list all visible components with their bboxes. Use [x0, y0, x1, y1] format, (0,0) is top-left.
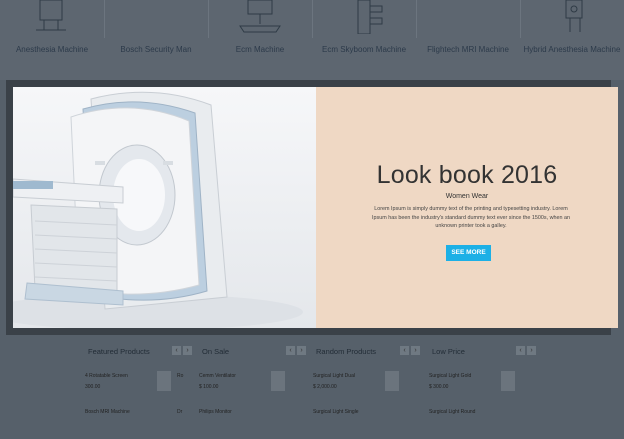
list-item[interactable]: Surgical Light Dual $ 2,000.00	[313, 371, 413, 403]
top-product-ecm[interactable]: Ecm Machine	[208, 0, 312, 80]
product-name[interactable]: Bosch MRI Machine	[85, 409, 130, 415]
product-thumbnail[interactable]	[385, 371, 399, 391]
next-button[interactable]: ›	[411, 346, 420, 355]
product-thumbnail[interactable]	[271, 371, 285, 391]
product-name[interactable]: Philips Monitor	[199, 409, 232, 415]
banner-text-panel: Look book 2016 Women Wear Lorem Ipsum is…	[316, 87, 618, 328]
prev-button[interactable]: ‹	[516, 346, 525, 355]
next-button[interactable]: ›	[527, 346, 536, 355]
product-name[interactable]: Surgical Light Single	[313, 409, 359, 415]
top-product-name[interactable]: Hybrid Anesthesia Machine	[520, 44, 624, 55]
top-product-name[interactable]: Bosch Security Man	[104, 44, 208, 55]
product-price: $ 2,000.00	[313, 384, 337, 390]
top-product-mri[interactable]: Flightech MRI Machine	[416, 0, 520, 80]
top-product-hybrid[interactable]: Hybrid Anesthesia Machine	[520, 0, 624, 80]
product-name[interactable]: Cemm Ventilator	[199, 373, 236, 379]
top-product-name[interactable]: Flightech MRI Machine	[416, 44, 520, 55]
product-columns: Featured Products ‹ › 4 Rotatable Screen…	[0, 335, 624, 420]
product-name[interactable]: Surgical Light Round	[429, 409, 475, 415]
next-button[interactable]: ›	[297, 346, 306, 355]
next-button[interactable]: ›	[183, 346, 192, 355]
product-extra: Dr	[177, 409, 183, 415]
product-name[interactable]: Surgical Light Dual	[313, 373, 355, 379]
see-more-button[interactable]: SEE MORE	[446, 245, 491, 261]
list-item[interactable]: 4 Rotatable Screen 300.00 Ro	[85, 371, 185, 403]
top-product-strip: Anesthesia Machine Bosch Security Man Ec…	[0, 0, 624, 80]
list-item[interactable]: Surgical Light Round	[429, 409, 529, 439]
product-thumbnail[interactable]	[501, 371, 515, 391]
list-item[interactable]: Surgical Light Single	[313, 409, 413, 439]
anesthesia-machine-icon	[26, 0, 78, 34]
top-product-security[interactable]: Bosch Security Man	[104, 0, 208, 80]
product-extra: Ro	[177, 373, 184, 379]
banner-description: Lorem Ipsum is simply dummy text of the …	[372, 206, 570, 230]
prev-button[interactable]: ‹	[172, 346, 181, 355]
top-product-name[interactable]: Ecm Skyboom Machine	[312, 44, 416, 55]
top-product-anesthesia[interactable]: Anesthesia Machine	[0, 0, 104, 80]
column-title: Random Products	[316, 347, 377, 356]
product-name[interactable]: 4 Rotatable Screen	[85, 373, 128, 379]
product-price: 300.00	[85, 384, 101, 390]
prev-button[interactable]: ‹	[400, 346, 409, 355]
mri-scanner-image	[13, 87, 316, 328]
prev-button[interactable]: ‹	[286, 346, 295, 355]
hybrid-anesthesia-icon	[546, 0, 598, 34]
top-product-name[interactable]: Ecm Machine	[208, 44, 312, 55]
product-thumbnail[interactable]	[157, 371, 171, 391]
list-item[interactable]: Cemm Ventilator $ 100.00	[199, 371, 299, 403]
column-title: Featured Products	[88, 347, 150, 356]
banner-title: Look book 2016	[376, 161, 558, 189]
list-item[interactable]: Bosch MRI Machine Dr	[85, 409, 185, 439]
product-price: $ 100.00	[199, 384, 219, 390]
top-product-skyboom[interactable]: Ecm Skyboom Machine	[312, 0, 416, 80]
top-product-name[interactable]: Anesthesia Machine	[0, 44, 104, 55]
mri-machine-icon	[442, 0, 494, 34]
lookbook-banner: Look book 2016 Women Wear Lorem Ipsum is…	[13, 87, 618, 328]
list-item[interactable]: Philips Monitor	[199, 409, 299, 439]
skyboom-machine-icon	[338, 0, 390, 35]
column-title: Low Price	[432, 347, 465, 356]
product-price: $ 300.00	[429, 384, 449, 390]
security-device-icon	[130, 0, 182, 34]
banner-subtitle: Women Wear	[445, 193, 489, 200]
ecm-machine-icon	[234, 0, 286, 34]
product-name[interactable]: Surgical Light Gold	[429, 373, 471, 379]
column-title: On Sale	[202, 347, 230, 356]
list-item[interactable]: Surgical Light Gold $ 300.00	[429, 371, 529, 403]
